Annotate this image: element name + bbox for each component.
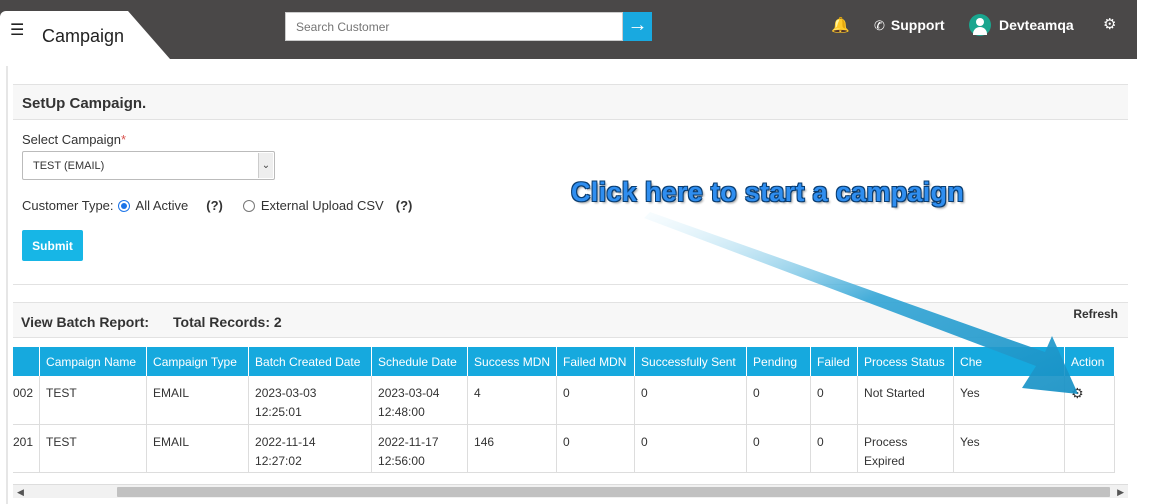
cell-che: Yes	[953, 376, 1066, 425]
cell-che: Yes	[953, 424, 1066, 473]
help-external-csv[interactable]: (?)	[396, 198, 413, 213]
horizontal-scrollbar[interactable]: ◀ ▶	[13, 484, 1128, 498]
scroll-right-icon[interactable]: ▶	[1117, 485, 1124, 499]
chevron-down-icon[interactable]: ⌄	[258, 153, 273, 178]
search-input[interactable]	[285, 12, 623, 41]
cell-failed: 0	[810, 424, 859, 473]
cell-schedule: 2023-03-04 12:48:00	[371, 376, 469, 425]
cell-action: ⚙	[1064, 376, 1116, 425]
cell-action	[1064, 424, 1116, 473]
support-link[interactable]: ✆ Support	[874, 17, 945, 34]
page-title: Campaign	[42, 26, 125, 46]
col-successfully-sent[interactable]: Successfully Sent	[634, 347, 748, 376]
settings-action-icon[interactable]: ⚙	[1071, 385, 1084, 401]
radio-all-active[interactable]	[117, 199, 130, 212]
col-che[interactable]: Che	[953, 347, 1066, 376]
cell-type: EMAIL	[146, 424, 250, 473]
cell-success-mdn: 4	[467, 376, 558, 425]
cell-pending: 0	[746, 376, 812, 425]
annotation-text: Click here to start a campaign	[571, 177, 965, 207]
cell-success-mdn: 146	[467, 424, 558, 473]
select-campaign-label: Select Campaign*	[22, 132, 127, 147]
campaign-select[interactable]: TEST (EMAIL) ⌄	[22, 151, 275, 180]
col-pending[interactable]: Pending	[746, 347, 812, 376]
cell-id: 002	[13, 376, 41, 425]
customer-type-label: Customer Type:	[22, 198, 114, 213]
col-success-mdn[interactable]: Success MDN	[467, 347, 558, 376]
cell-name: TEST	[39, 424, 148, 473]
col-failed[interactable]: Failed	[810, 347, 859, 376]
cell-sent: 0	[634, 376, 748, 425]
campaign-select-value: TEST (EMAIL)	[33, 160, 105, 172]
table-row: 201 TEST EMAIL 2022-11-14 12:27:02 2022-…	[13, 424, 1116, 473]
col-id	[13, 347, 41, 376]
cell-created: 2023-03-03 12:25:01	[248, 376, 373, 425]
external-csv-label[interactable]: External Upload CSV	[261, 198, 384, 213]
topbar-gap	[1137, 0, 1176, 59]
col-failed-mdn[interactable]: Failed MDN	[556, 347, 636, 376]
menu-icon[interactable]: ☰	[10, 20, 24, 40]
cell-name: TEST	[39, 376, 148, 425]
cell-pending: 0	[746, 424, 812, 473]
refresh-button[interactable]: Refresh	[1073, 307, 1118, 321]
all-active-label[interactable]: All Active	[136, 198, 189, 213]
setup-panel-header: SetUp Campaign.	[13, 84, 1128, 120]
arrow-right-icon: →	[627, 14, 648, 36]
table-row: 002 TEST EMAIL 2023-03-03 12:25:01 2023-…	[13, 376, 1116, 425]
col-process-status[interactable]: Process Status	[857, 347, 955, 376]
customer-type-group: Customer Type: All Active (?) External U…	[22, 198, 428, 213]
required-mark: *	[121, 132, 127, 147]
gear-icon[interactable]: ⚙	[1103, 15, 1116, 33]
batch-report-header: View Batch Report: Total Records: 2 Refr…	[13, 302, 1128, 338]
support-label: Support	[890, 17, 945, 33]
batch-heading: View Batch Report:	[21, 314, 150, 330]
section-divider	[13, 284, 1128, 285]
radio-external-csv[interactable]	[242, 199, 255, 212]
setup-heading: SetUp Campaign.	[22, 95, 147, 112]
left-rule	[6, 66, 8, 504]
cell-status: Process Expired	[857, 424, 955, 473]
cell-id: 201	[13, 424, 41, 473]
col-campaign-type[interactable]: Campaign Type	[146, 347, 250, 376]
help-all-active[interactable]: (?)	[206, 198, 223, 213]
cell-failed-mdn: 0	[556, 376, 636, 425]
phone-icon: ✆	[874, 18, 885, 33]
username[interactable]: Devteamqa	[999, 17, 1074, 33]
scroll-thumb[interactable]	[117, 487, 1110, 497]
total-records: Total Records: 2	[173, 314, 282, 330]
batch-report-table: Campaign Name Campaign Type Batch Create…	[13, 347, 1116, 473]
cell-created: 2022-11-14 12:27:02	[248, 424, 373, 473]
cell-failed: 0	[810, 376, 859, 425]
submit-button[interactable]: Submit	[22, 230, 83, 261]
table-header-row: Campaign Name Campaign Type Batch Create…	[13, 347, 1116, 376]
col-action: Action	[1064, 347, 1116, 376]
scroll-left-icon[interactable]: ◀	[17, 485, 24, 499]
cell-type: EMAIL	[146, 376, 250, 425]
search-button[interactable]: →	[623, 12, 652, 41]
cell-status: Not Started	[857, 376, 955, 425]
cell-schedule: 2022-11-17 12:56:00	[371, 424, 469, 473]
col-batch-created[interactable]: Batch Created Date	[248, 347, 373, 376]
cell-failed-mdn: 0	[556, 424, 636, 473]
col-schedule-date[interactable]: Schedule Date	[371, 347, 469, 376]
user-avatar-icon[interactable]	[969, 14, 991, 36]
col-campaign-name[interactable]: Campaign Name	[39, 347, 148, 376]
bell-icon[interactable]: 🔔	[831, 16, 850, 34]
cell-sent: 0	[634, 424, 748, 473]
